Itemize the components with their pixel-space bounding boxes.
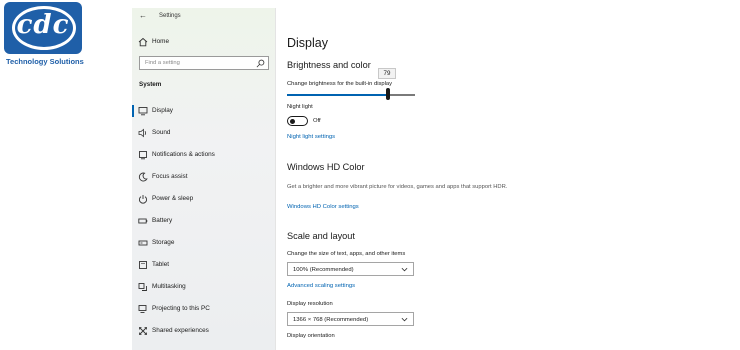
sidebar-item-label: Storage xyxy=(152,239,175,246)
night-light-settings-link[interactable]: Night light settings xyxy=(287,134,335,140)
brightness-slider-thumb[interactable] xyxy=(386,88,391,100)
night-light-label: Night light xyxy=(287,104,313,110)
sidebar-item-multitasking[interactable]: Multitasking xyxy=(132,278,276,296)
sidebar-item-shared-experiences[interactable]: Shared experiences xyxy=(132,322,276,340)
scale-label: Change the size of text, apps, and other… xyxy=(287,251,406,257)
sidebar-item-display[interactable]: Display xyxy=(132,102,276,120)
sidebar-item-storage[interactable]: Storage xyxy=(132,234,276,252)
brightness-value-tooltip: 79 xyxy=(378,68,396,79)
brightness-slider-label: Change brightness for the built-in displ… xyxy=(287,81,393,87)
brightness-heading: Brightness and color xyxy=(287,60,371,70)
speaker-icon xyxy=(138,128,147,138)
night-light-state: Off xyxy=(313,118,321,124)
sidebar-item-label: Shared experiences xyxy=(152,327,209,334)
resolution-dropdown[interactable]: 1366 × 768 (Recommended) xyxy=(287,312,414,326)
back-arrow-icon[interactable]: ← xyxy=(139,11,147,20)
tablet-icon xyxy=(139,261,147,269)
multitasking-icon xyxy=(138,283,147,291)
sidebar-item-label: Power & sleep xyxy=(152,195,194,202)
sidebar-item-label: Projecting to this PC xyxy=(152,305,210,312)
resolution-dropdown-value: 1366 × 768 (Recommended) xyxy=(293,316,369,323)
monitor-icon xyxy=(138,107,148,116)
sidebar-item-tablet[interactable]: Tablet xyxy=(132,256,276,274)
brightness-slider-fill xyxy=(287,94,389,96)
scale-layout-heading: Scale and layout xyxy=(287,231,355,241)
sidebar-item-power-sleep[interactable]: Power & sleep xyxy=(132,190,276,208)
scale-dropdown-value: 100% (Recommended) xyxy=(293,266,354,273)
logo-text: cdc xyxy=(16,10,70,40)
sidebar-item-projecting[interactable]: Projecting to this PC xyxy=(132,300,276,318)
advanced-scaling-link[interactable]: Advanced scaling settings xyxy=(287,283,355,289)
battery-icon xyxy=(138,218,148,224)
display-settings-page: Display Brightness and color 79 Change b… xyxy=(286,0,586,350)
sidebar-item-label: Notifications & actions xyxy=(152,151,215,158)
sidebar-item-label: Multitasking xyxy=(152,283,186,290)
hd-color-settings-link[interactable]: Windows HD Color settings xyxy=(287,204,359,210)
home-icon xyxy=(138,37,148,47)
company-logo: cdc Technology Solutions xyxy=(2,2,84,66)
logo-badge: cdc xyxy=(4,2,82,54)
moon-icon xyxy=(138,172,148,182)
sidebar-item-battery[interactable]: Battery xyxy=(132,212,276,230)
chevron-down-icon xyxy=(401,267,408,272)
sidebar-item-home[interactable]: Home xyxy=(132,33,276,51)
orientation-label: Display orientation xyxy=(287,333,335,339)
chevron-down-icon xyxy=(401,317,408,322)
sidebar-item-label: Focus assist xyxy=(152,173,188,180)
sidebar-item-label: Tablet xyxy=(152,261,170,268)
sidebar-item-notifications[interactable]: Notifications & actions xyxy=(132,146,276,164)
title-bar: ← Settings xyxy=(132,8,276,26)
night-light-toggle[interactable] xyxy=(287,116,308,126)
storage-icon xyxy=(138,240,148,246)
section-label-system: System xyxy=(139,81,162,88)
settings-sidebar: ← Settings Home Find a setting System Di… xyxy=(132,8,276,350)
page-title: Display xyxy=(287,36,328,50)
toggle-knob xyxy=(290,118,295,124)
sidebar-item-label: Sound xyxy=(152,129,171,136)
projecting-icon xyxy=(138,305,147,313)
logo-caption: Technology Solutions xyxy=(6,57,84,66)
sidebar-item-label: Display xyxy=(152,107,173,114)
search-icon[interactable] xyxy=(256,59,265,68)
shared-experiences-icon xyxy=(139,327,147,335)
hd-color-description: Get a brighter and more vibrant picture … xyxy=(287,184,508,190)
scale-dropdown[interactable]: 100% (Recommended) xyxy=(287,262,414,276)
sidebar-item-sound[interactable]: Sound xyxy=(132,124,276,142)
power-icon xyxy=(138,195,148,204)
brightness-slider[interactable] xyxy=(287,94,415,96)
sidebar-home-label: Home xyxy=(152,38,170,45)
sidebar-item-label: Battery xyxy=(152,217,173,224)
notification-icon xyxy=(139,151,147,160)
sidebar-item-focus-assist[interactable]: Focus assist xyxy=(132,168,276,186)
search-input[interactable]: Find a setting xyxy=(139,56,269,70)
search-placeholder: Find a setting xyxy=(145,60,180,66)
hd-color-heading: Windows HD Color xyxy=(287,162,365,172)
window-title: Settings xyxy=(159,13,181,19)
resolution-label: Display resolution xyxy=(287,301,333,307)
